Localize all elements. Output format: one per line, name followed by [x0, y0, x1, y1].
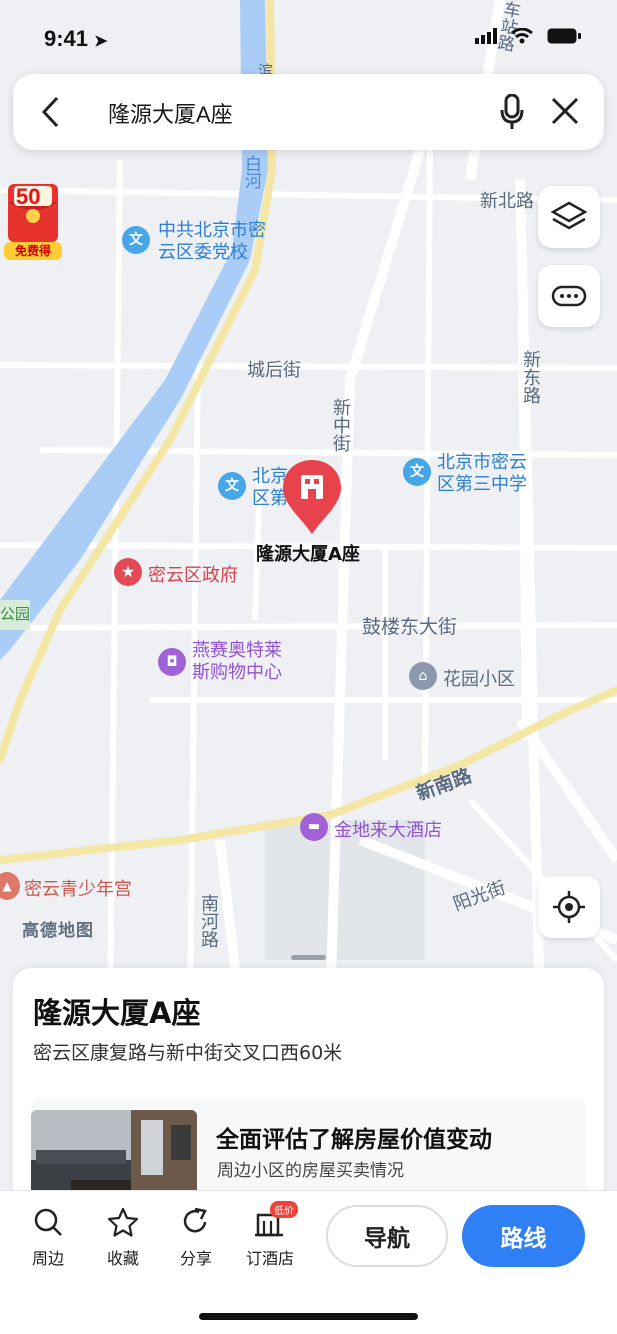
- book-hotel-button[interactable]: 低价 订酒店: [240, 1201, 300, 1269]
- poi-label: 密云区政府: [148, 565, 238, 586]
- school-icon: 文: [218, 472, 246, 500]
- poi-label: 北京市密云 区第三中学: [437, 452, 527, 495]
- share-button[interactable]: 分享: [166, 1207, 226, 1269]
- school-icon: 文: [122, 226, 150, 254]
- back-icon[interactable]: [41, 96, 61, 128]
- pin-label: 隆源大厦A座: [256, 544, 360, 565]
- place-detail-card[interactable]: 隆源大厦A座 密云区康复路与新中街交叉口西60米 全面评估了解房屋价值变动 周边…: [13, 968, 604, 1208]
- place-title: 隆源大厦A座: [33, 996, 201, 1030]
- favorite-label: 收藏: [106, 1249, 139, 1268]
- search-icon: [34, 1208, 62, 1236]
- battery-icon: [547, 28, 581, 44]
- promo-subtitle: 周边小区的房屋买卖情况: [217, 1161, 404, 1181]
- road-label-gulou: 鼓楼东大街: [362, 616, 458, 638]
- microphone-icon[interactable]: [500, 94, 524, 130]
- signal-icon: [475, 28, 497, 44]
- more-button[interactable]: [538, 265, 600, 327]
- navigate-button[interactable]: 导航: [326, 1205, 448, 1267]
- red-packet-promo[interactable]: 50 免费得: [4, 182, 62, 262]
- poi-label: 金地来大酒店: [334, 820, 442, 841]
- status-time: 9:41 ➤: [44, 26, 108, 51]
- road-label-xinbei: 新北路: [480, 191, 534, 212]
- poi-label: 中共北京市密 云区委党校: [158, 220, 266, 263]
- home-indicator: [199, 1313, 418, 1320]
- location-arrow-icon: ➤: [94, 33, 108, 50]
- location-pin[interactable]: [281, 458, 343, 536]
- amap-watermark: 高德地图: [22, 921, 94, 941]
- search-query[interactable]: 隆源大厦A座: [108, 97, 233, 129]
- hotel-icon: ▬: [300, 813, 328, 841]
- building-pin-icon: [283, 460, 341, 534]
- book-hotel-label: 订酒店: [245, 1249, 294, 1268]
- school-icon: 文: [403, 458, 431, 486]
- share-label: 分享: [179, 1249, 212, 1268]
- poi-label: 花园小区: [443, 669, 515, 690]
- nearby-label: 周边: [31, 1249, 64, 1268]
- park-label: 公园: [0, 605, 31, 623]
- nearby-button[interactable]: 周边: [18, 1207, 78, 1269]
- road-label-nanhe: 南河路: [198, 894, 219, 948]
- road-label-xindong: 新东路: [520, 350, 541, 404]
- low-price-badge: 低价: [270, 1201, 298, 1218]
- star-icon: [107, 1207, 139, 1237]
- residential-icon: ⌂: [409, 662, 437, 690]
- road-label-chenghou: 城后街: [247, 360, 301, 381]
- poi-label: 密云青少年宫: [24, 879, 132, 900]
- shopping-icon: ◘: [158, 648, 186, 676]
- favorite-button[interactable]: 收藏: [93, 1207, 153, 1269]
- promo-title: 全面评估了解房屋价值变动: [216, 1127, 492, 1153]
- layers-icon: [551, 201, 587, 230]
- share-icon: [183, 1207, 207, 1233]
- locate-button[interactable]: [538, 876, 600, 938]
- locate-icon: [553, 891, 585, 923]
- road-label-xinzhong: 新中街: [330, 398, 351, 452]
- layers-button[interactable]: [538, 186, 600, 248]
- government-icon: ★: [114, 558, 142, 586]
- status-bar: 9:41 ➤: [0, 0, 617, 70]
- more-icon: [551, 285, 587, 307]
- promo-amount: 50: [16, 184, 41, 209]
- poi-label: 燕赛奥特莱 斯购物中心: [192, 640, 282, 683]
- drag-handle[interactable]: [291, 955, 326, 960]
- route-button[interactable]: 路线: [462, 1205, 585, 1267]
- place-address: 密云区康复路与新中街交叉口西60米: [33, 1042, 343, 1064]
- wifi-icon: [511, 28, 533, 44]
- river-label-baihe: 白河: [241, 155, 261, 189]
- close-icon[interactable]: [550, 96, 580, 126]
- search-bar[interactable]: 隆源大厦A座: [13, 74, 604, 150]
- promo-tag: 免费得: [4, 242, 62, 260]
